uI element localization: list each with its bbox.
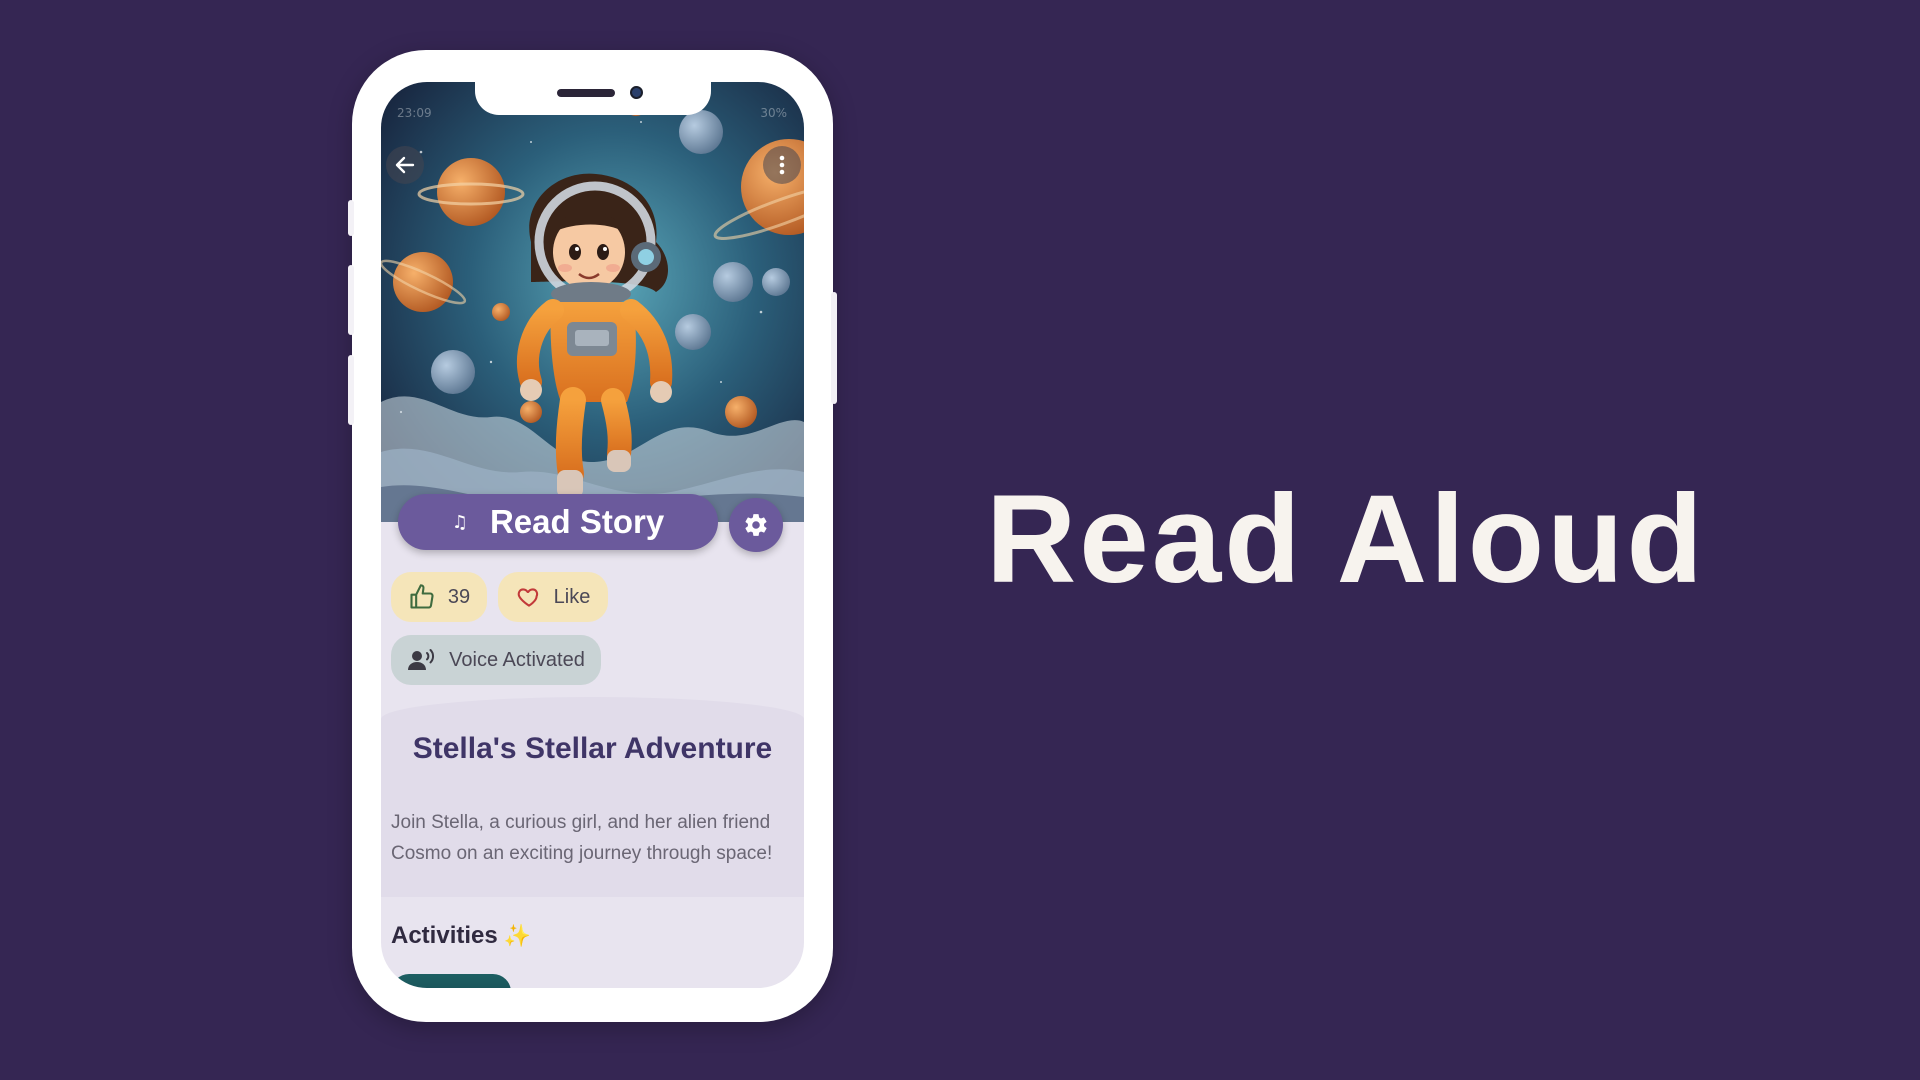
status-battery: 30% [760, 106, 787, 120]
heart-icon [517, 588, 538, 607]
status-time: 23:09 [397, 106, 432, 120]
front-camera [630, 86, 643, 99]
phone-side-button [348, 200, 354, 236]
gear-icon [745, 514, 767, 536]
sparkles-icon: ✨ [503, 923, 532, 948]
back-button[interactable] [386, 146, 424, 184]
more-options-button[interactable] [763, 146, 801, 184]
voice-activated-label: Voice Activated [449, 648, 585, 671]
speaker-grille [557, 89, 615, 97]
read-story-button[interactable]: ♫ Read Story [398, 494, 718, 550]
like-button[interactable]: Like [498, 572, 608, 622]
thumbs-up-icon [410, 584, 434, 609]
space-astronaut-illustration [381, 82, 804, 522]
phone-power-button [831, 292, 837, 404]
feature-title: Read Aloud [986, 470, 1706, 609]
activity-card[interactable] [391, 974, 511, 988]
voice-activated-button[interactable]: Voice Activated [391, 635, 601, 685]
phone-notch [475, 82, 711, 115]
story-description: Join Stella, a curious girl, and her ali… [391, 812, 773, 864]
thumbs-up-count: 39 [447, 585, 471, 608]
music-note-icon: ♫ [451, 511, 468, 533]
story-title: Stella's Stellar Adventure [412, 732, 773, 765]
read-story-label: Read Story [489, 503, 665, 540]
activities-label: Activities [391, 922, 498, 949]
phone-volume-down-button [348, 355, 354, 425]
story-cover-illustration [381, 82, 804, 522]
kebab-menu-icon [779, 155, 785, 175]
phone-screen: 23:09 30% ♫ Read Story 39 Like Voice Act… [381, 82, 804, 988]
like-label: Like [553, 585, 591, 608]
phone-volume-up-button [348, 265, 354, 335]
voice-user-icon [408, 649, 435, 670]
arrow-left-icon [395, 156, 415, 174]
read-settings-button[interactable] [729, 498, 783, 552]
thumbs-up-count-button[interactable]: 39 [391, 572, 487, 622]
activities-heading: Activities ✨ [391, 922, 531, 950]
